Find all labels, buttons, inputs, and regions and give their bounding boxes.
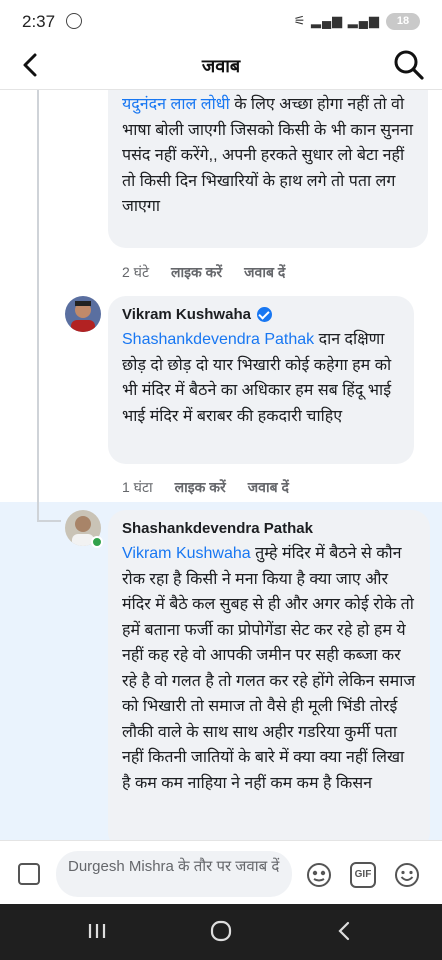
comment-actions: 1 घंटा लाइक करें जवाब दें xyxy=(122,478,289,497)
status-bar: 2:37 ⚟ ▂▄▆ ▂▄▆ 18 xyxy=(0,0,442,42)
comment-text: यदुनंदन लाल लोधी के लिए अच्छा होगा नहीं … xyxy=(122,96,414,215)
mention-link[interactable]: Shashankdevendra Pathak xyxy=(122,331,314,348)
whatsapp-notification-icon xyxy=(66,13,82,29)
comment-text: Vikram Kushwaha तुम्हे मंदिर में बैठने स… xyxy=(122,545,416,792)
home-icon[interactable] xyxy=(208,918,234,944)
signal-icons: ⚟ ▂▄▆ ▂▄▆ xyxy=(293,13,380,28)
verified-badge-icon xyxy=(256,307,272,322)
back-icon[interactable] xyxy=(332,918,358,944)
page-title: जवाब xyxy=(201,56,241,76)
search-icon[interactable] xyxy=(392,48,426,82)
app-header: जवाब xyxy=(0,42,442,90)
thread-line xyxy=(37,90,39,430)
avatar-sticker-icon[interactable] xyxy=(306,862,332,888)
reply-composer: Durgesh Mishra के तौर पर जवाब दें GIF xyxy=(0,840,442,904)
comment-bubble[interactable]: Vikram Kushwaha Shashankdevendra Pathak … xyxy=(108,296,414,464)
comment-bubble[interactable]: यदुनंदन लाल लोधी के लिए अच्छा होगा नहीं … xyxy=(108,90,428,248)
like-button[interactable]: लाइक करें xyxy=(171,263,222,282)
comment-text: Shashankdevendra Pathak दान दक्षिणा छोड़… xyxy=(122,331,392,425)
comment-bubble[interactable]: Shashankdevendra Pathak Vikram Kushwaha … xyxy=(108,510,430,840)
screen: 2:37 ⚟ ▂▄▆ ▂▄▆ 18 जवाब यदुनंदन लाल लोधी … xyxy=(0,0,442,960)
comment-author[interactable]: Vikram Kushwaha xyxy=(122,306,400,323)
status-time: 2:37 xyxy=(22,12,56,31)
comment-actions: 2 घंटे लाइक करें जवाब दें xyxy=(122,263,285,282)
photo-icon[interactable] xyxy=(18,863,40,885)
comment-author[interactable]: Shashankdevendra Pathak xyxy=(122,520,416,537)
like-button[interactable]: लाइक करें xyxy=(175,478,226,497)
mention-link[interactable]: Vikram Kushwaha xyxy=(122,545,251,562)
thread-line xyxy=(37,430,39,520)
reply-input[interactable]: Durgesh Mishra के तौर पर जवाब दें xyxy=(56,851,292,897)
reply-button[interactable]: जवाब दें xyxy=(244,263,285,282)
comment-time: 1 घंटा xyxy=(122,479,153,495)
comment-time: 2 घंटे xyxy=(122,264,150,280)
replies-thread: यदुनंदन लाल लोधी के लिए अच्छा होगा नहीं … xyxy=(0,90,442,840)
avatar[interactable] xyxy=(65,296,101,332)
online-status-icon xyxy=(91,536,103,548)
thread-line xyxy=(37,520,61,522)
reply-button[interactable]: जवाब दें xyxy=(248,478,289,497)
emoji-icon[interactable] xyxy=(394,862,420,888)
gif-icon[interactable]: GIF xyxy=(350,862,376,888)
battery-icon: 18 xyxy=(386,13,420,30)
mention-link[interactable]: यदुनंदन लाल लोधी xyxy=(122,96,230,113)
recent-apps-icon[interactable] xyxy=(84,918,110,944)
system-nav-bar xyxy=(0,904,442,960)
